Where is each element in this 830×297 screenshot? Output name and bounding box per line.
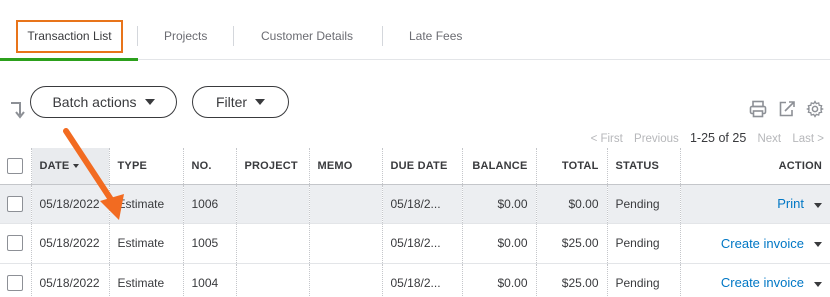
cell-action: Print <box>680 184 830 224</box>
pagination-next[interactable]: Next <box>757 133 781 145</box>
cell-memo <box>309 223 383 263</box>
pagination-last[interactable]: Last > <box>792 133 824 145</box>
column-header-action: ACTION <box>680 148 830 184</box>
row-select-cell <box>0 263 32 297</box>
column-header-date[interactable]: DATE <box>31 148 110 184</box>
pagination-first[interactable]: < First <box>591 133 623 145</box>
cell-project <box>236 184 310 224</box>
gear-icon[interactable] <box>806 100 824 118</box>
row-checkbox[interactable] <box>7 235 23 252</box>
cell-no: 1006 <box>183 184 237 224</box>
column-label: PROJECT <box>244 159 298 172</box>
select-all-cell <box>0 148 32 184</box>
tab-transaction-list[interactable]: Transaction List <box>0 0 138 61</box>
column-label: ACTION <box>778 159 822 172</box>
tab-late-fees[interactable]: Late Fees <box>409 0 462 60</box>
tab-divider <box>137 26 138 46</box>
column-label: DATE <box>39 159 70 172</box>
sort-arrow-icon[interactable] <box>8 100 26 120</box>
tab-projects[interactable]: Projects <box>164 0 207 60</box>
column-header-type[interactable]: TYPE <box>109 148 184 184</box>
filter-button[interactable]: Filter <box>192 86 289 118</box>
column-header-total[interactable]: TOTAL <box>536 148 608 184</box>
cell-date: 05/18/2022 <box>31 263 110 297</box>
column-header-status[interactable]: STATUS <box>607 148 681 184</box>
create-invoice-link[interactable]: Create invoice <box>721 275 804 290</box>
cell-action: Create invoice <box>680 263 830 297</box>
tab-divider <box>382 26 383 46</box>
batch-actions-button[interactable]: Batch actions <box>30 86 177 118</box>
print-link[interactable]: Print <box>777 196 804 211</box>
table-row[interactable]: 05/18/2022 Estimate 1004 05/18/2... $0.0… <box>0 263 830 297</box>
filter-label: Filter <box>215 94 248 110</box>
chevron-down-icon <box>255 99 266 105</box>
cell-total: $25.00 <box>536 263 608 297</box>
cell-date: 05/18/2022 <box>31 184 110 224</box>
row-select-cell <box>0 223 32 263</box>
column-label: BALANCE <box>472 159 528 172</box>
column-header-memo[interactable]: MEMO <box>309 148 383 184</box>
table-row[interactable]: 05/18/2022 Estimate 1005 05/18/2... $0.0… <box>0 223 830 264</box>
pagination-previous[interactable]: Previous <box>634 133 679 145</box>
export-icon[interactable] <box>778 100 796 118</box>
column-label: NO. <box>191 159 212 172</box>
column-label: TYPE <box>117 159 148 172</box>
table-header-row: DATE TYPE NO. PROJECT MEMO DUE DATE BALA… <box>0 148 830 184</box>
tab-label: Projects <box>164 29 208 43</box>
tab-customer-details[interactable]: Customer Details <box>261 0 353 60</box>
chevron-down-icon[interactable] <box>814 202 822 208</box>
sort-descending-icon <box>73 163 80 168</box>
cell-status: Pending <box>607 263 681 297</box>
column-label: MEMO <box>317 159 353 172</box>
cell-due-date: 05/18/2... <box>382 263 463 297</box>
cell-memo <box>309 184 383 224</box>
cell-due-date: 05/18/2... <box>382 184 463 224</box>
column-label: DUE DATE <box>390 159 448 172</box>
row-checkbox[interactable] <box>7 195 23 212</box>
cell-type: Estimate <box>109 223 184 263</box>
tab-divider <box>233 26 234 46</box>
cell-date: 05/18/2022 <box>31 223 110 263</box>
batch-actions-label: Batch actions <box>52 94 137 110</box>
tab-label: Late Fees <box>409 29 463 43</box>
row-checkbox[interactable] <box>7 274 23 291</box>
cell-no: 1005 <box>183 223 237 263</box>
tab-label: Transaction List <box>16 20 123 53</box>
cell-type: Estimate <box>109 263 184 297</box>
chevron-down-icon[interactable] <box>814 242 822 248</box>
cell-memo <box>309 263 383 297</box>
tab-label: Customer Details <box>261 29 354 43</box>
cell-project <box>236 263 310 297</box>
column-header-no[interactable]: NO. <box>183 148 237 184</box>
cell-total: $25.00 <box>536 223 608 263</box>
transaction-table: DATE TYPE NO. PROJECT MEMO DUE DATE BALA… <box>0 148 830 297</box>
chevron-down-icon[interactable] <box>814 281 822 287</box>
cell-status: Pending <box>607 184 681 224</box>
cell-balance: $0.00 <box>462 223 537 263</box>
cell-no: 1004 <box>183 263 237 297</box>
cell-status: Pending <box>607 223 681 263</box>
column-header-balance[interactable]: BALANCE <box>462 148 537 184</box>
print-icon[interactable] <box>749 100 767 118</box>
column-label: TOTAL <box>561 159 599 172</box>
cell-balance: $0.00 <box>462 184 537 224</box>
column-label: STATUS <box>615 159 660 172</box>
pagination-range: 1-25 of 25 <box>689 131 747 145</box>
select-all-checkbox[interactable] <box>7 157 23 174</box>
column-header-project[interactable]: PROJECT <box>236 148 310 184</box>
tab-bar: Transaction List Projects Customer Detai… <box>0 0 830 61</box>
cell-type: Estimate <box>109 184 184 224</box>
table-row[interactable]: 05/18/2022 Estimate 1006 05/18/2... $0.0… <box>0 184 830 224</box>
chevron-down-icon <box>144 99 155 105</box>
cell-action: Create invoice <box>680 224 830 264</box>
pagination: < First Previous 1-25 of 25 Next Last > <box>583 131 824 145</box>
cell-total: $0.00 <box>536 184 608 224</box>
cell-balance: $0.00 <box>462 263 537 297</box>
column-header-due-date[interactable]: DUE DATE <box>382 148 463 184</box>
row-select-cell <box>0 184 32 224</box>
cell-project <box>236 223 310 263</box>
cell-due-date: 05/18/2... <box>382 223 463 263</box>
create-invoice-link[interactable]: Create invoice <box>721 236 804 251</box>
